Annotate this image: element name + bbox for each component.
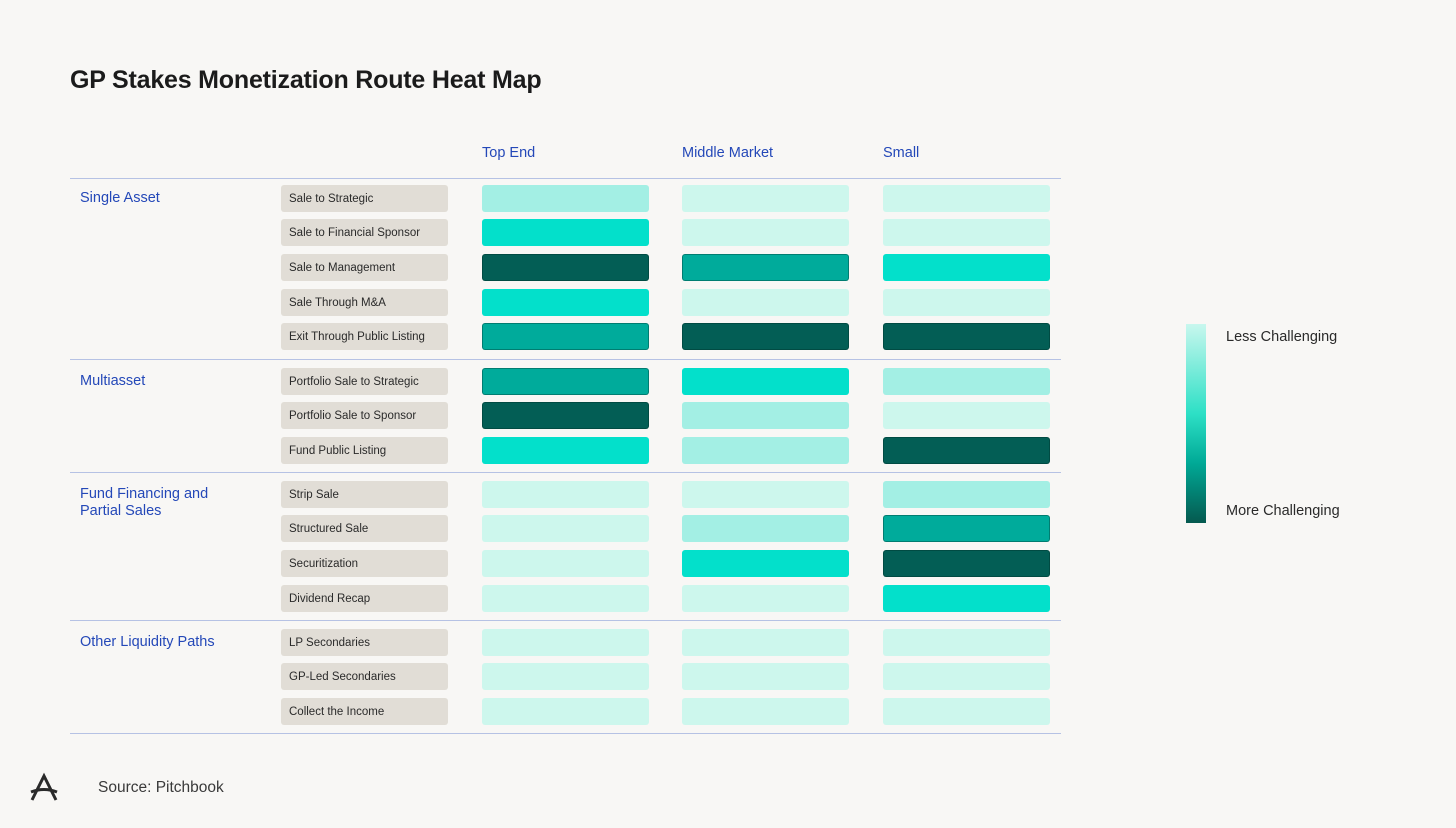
heatmap-cell [883,402,1050,429]
row-label: LP Secondaries [281,629,448,656]
divider [70,178,1061,179]
heatmap-cell [883,254,1050,281]
heatmap-cell [682,550,849,577]
row-label: GP-Led Secondaries [281,663,448,690]
heatmap-cell [883,323,1050,350]
heatmap-cell [482,550,649,577]
heatmap-cell [482,585,649,612]
source-note: Source: Pitchbook [98,779,224,796]
heatmap-cell [883,437,1050,464]
heatmap-cell [682,515,849,542]
column-header: Top End [482,145,536,161]
legend-low-label: Less Challenging [1226,329,1338,345]
heatmap-cell [682,402,849,429]
row-label: Strip Sale [281,481,448,508]
row-label: Exit Through Public Listing [281,323,448,350]
heatmap-cell [682,481,849,508]
divider [70,472,1061,473]
row-label: Sale to Management [281,254,448,281]
group-label: Other Liquidity Paths [80,633,215,650]
heatmap-cell [682,289,849,316]
heatmap-cell [482,698,649,725]
row-label: Portfolio Sale to Sponsor [281,402,448,429]
heatmap-cell [482,219,649,246]
divider [70,620,1061,621]
heatmap-cell [682,585,849,612]
group-label: Fund Financing and Partial Sales [80,485,209,519]
heatmap-cell [482,481,649,508]
row-label: Fund Public Listing [281,437,448,464]
heatmap-cell [682,323,849,350]
row-label: Sale Through M&A [281,289,448,316]
heatmap-cell [883,585,1050,612]
group-label: Single Asset [80,189,160,206]
heatmap-cell [883,219,1050,246]
row-label: Portfolio Sale to Strategic [281,368,448,395]
heatmap-cell [682,663,849,690]
column-header: Small [883,145,920,161]
heatmap-cell [482,663,649,690]
heatmap-cell [482,437,649,464]
brand-logo-icon [30,772,58,801]
heatmap-cell [883,698,1050,725]
page-title: GP Stakes Monetization Route Heat Map [70,66,542,94]
heatmap-cell [883,185,1050,212]
heatmap-cell [482,323,649,350]
heatmap-cell [482,254,649,281]
heatmap-cell [883,289,1050,316]
heatmap-cell [883,550,1050,577]
heatmap-cell [682,437,849,464]
group-label: Multiasset [80,372,146,389]
heatmap-cell [883,629,1050,656]
heatmap-cell [482,515,649,542]
heatmap-cell [482,629,649,656]
heatmap-cell [682,698,849,725]
divider [70,733,1061,734]
row-label: Collect the Income [281,698,448,725]
heatmap-cell [682,185,849,212]
heatmap-cell [482,289,649,316]
heatmap-cell [482,185,649,212]
row-label: Sale to Financial Sponsor [281,219,448,246]
divider [70,359,1061,360]
legend-gradient-bar [1186,324,1206,523]
heatmap-cell [482,368,649,395]
heatmap-cell [682,368,849,395]
heatmap-cell [682,629,849,656]
row-label: Dividend Recap [281,585,448,612]
heatmap-cell [883,663,1050,690]
heatmap-cell [682,219,849,246]
row-label: Sale to Strategic [281,185,448,212]
heatmap-cell [682,254,849,281]
heatmap-cell [482,402,649,429]
legend-high-label: More Challenging [1226,503,1340,519]
row-label: Securitization [281,550,448,577]
heatmap-cell [883,515,1050,542]
column-header: Middle Market [682,145,774,161]
row-label: Structured Sale [281,515,448,542]
heatmap-cell [883,368,1050,395]
heatmap-cell [883,481,1050,508]
